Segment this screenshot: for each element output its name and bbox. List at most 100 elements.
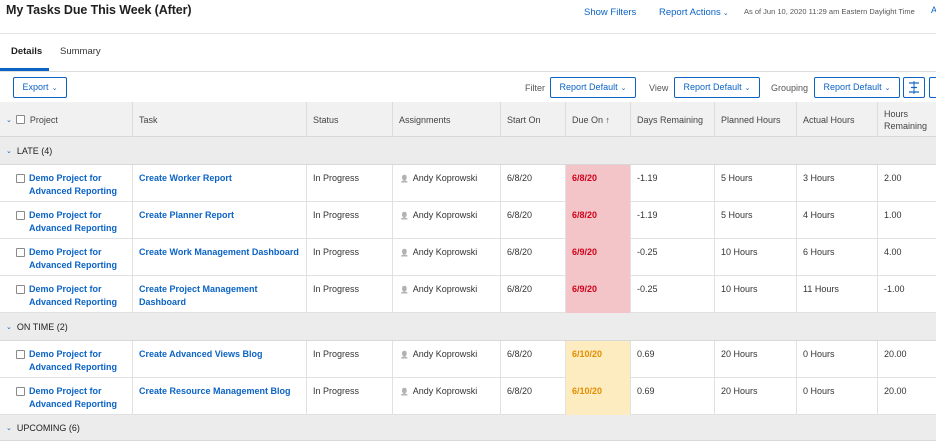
- table-row[interactable]: Demo Project for Advanced Reporting Create…: [0, 276, 936, 313]
- view-dropdown[interactable]: Report Default ⌄: [674, 77, 760, 98]
- corner-link[interactable]: A: [931, 5, 936, 15]
- planned-hours-cell: 10 Hours: [715, 276, 797, 313]
- row-checkbox[interactable]: [16, 174, 25, 183]
- start-date-cell: 6/8/20: [501, 165, 566, 202]
- project-cell: Demo Project for Advanced Reporting: [0, 378, 133, 415]
- column-settings-icon: [909, 81, 919, 94]
- status-cell: In Progress: [307, 378, 393, 415]
- table-row[interactable]: Demo Project for Advanced Reporting Create…: [0, 341, 936, 378]
- row-checkbox[interactable]: [16, 350, 25, 359]
- tab-details[interactable]: Details: [11, 46, 42, 57]
- table-row[interactable]: Demo Project for Advanced Reporting Create…: [0, 165, 936, 202]
- group-label: UPCOMING (6): [16, 422, 80, 433]
- project-link[interactable]: Demo Project for: [29, 386, 102, 396]
- assignee-name[interactable]: Andy Koprowski: [413, 349, 478, 359]
- start-date-cell: 6/8/20: [501, 341, 566, 378]
- actual-hours-cell: 0 Hours: [797, 378, 878, 415]
- column-label: Start On: [507, 114, 541, 125]
- chevron-down-icon[interactable]: ⌄: [6, 147, 12, 155]
- chevron-down-icon[interactable]: ⌄: [6, 424, 12, 432]
- assignment-cell: 👤 Andy Koprowski: [393, 276, 501, 313]
- export-button[interactable]: Export ⌄: [13, 77, 67, 98]
- row-checkbox[interactable]: [16, 285, 25, 294]
- project-link[interactable]: Demo Project for: [29, 210, 102, 220]
- chevron-down-icon[interactable]: ⌄: [6, 323, 12, 331]
- column-header-days-remaining[interactable]: Days Remaining: [631, 102, 715, 137]
- due-date-cell: 6/10/20: [566, 341, 631, 378]
- project-link-line-2[interactable]: Advanced Reporting: [29, 260, 117, 270]
- column-settings-button[interactable]: [903, 77, 925, 98]
- actual-hours-cell: 3 Hours: [797, 165, 878, 202]
- project-link-line-2[interactable]: Advanced Reporting: [29, 297, 117, 307]
- grouping-label: Grouping: [771, 83, 809, 93]
- column-header-hours-remaining[interactable]: Hours Remaining: [878, 102, 936, 137]
- report-toolbar: Export ⌄ Filter Report Default ⌄ View Repo…: [0, 72, 936, 104]
- as-of-timestamp: As of Jun 10, 2020 11:29 am Eastern Dayl…: [744, 7, 915, 16]
- row-checkbox[interactable]: [16, 211, 25, 220]
- column-label: Due On ↑: [572, 114, 611, 125]
- column-header-start-on[interactable]: Start On: [501, 102, 566, 137]
- due-date-cell: 6/8/20: [566, 165, 631, 202]
- report-tabs: Details Summary: [0, 34, 936, 72]
- column-header-project[interactable]: ⌄ Project: [0, 102, 133, 137]
- column-header-actual-hours[interactable]: Actual Hours: [797, 102, 878, 137]
- assignment-cell: 👤 Andy Koprowski: [393, 202, 501, 239]
- column-label: Assignments: [399, 114, 451, 125]
- task-link[interactable]: Create Advanced Views Blog: [133, 341, 307, 378]
- chevron-down-icon[interactable]: ⌄: [6, 116, 12, 124]
- task-link[interactable]: Create Worker Report: [133, 165, 307, 202]
- assignee-name[interactable]: Andy Koprowski: [413, 284, 478, 294]
- planned-hours-cell: 10 Hours: [715, 239, 797, 276]
- column-header-due-on[interactable]: Due On ↑: [566, 102, 631, 137]
- project-link[interactable]: Demo Project for: [29, 349, 102, 359]
- assignee-name[interactable]: Andy Koprowski: [413, 173, 478, 183]
- report-actions-menu[interactable]: Report Actions ⌄: [659, 7, 729, 18]
- person-icon: 👤: [400, 389, 409, 396]
- planned-hours-cell: 5 Hours: [715, 202, 797, 239]
- task-link[interactable]: Create Project Management Dashboard: [133, 276, 307, 313]
- task-link[interactable]: Create Planner Report: [133, 202, 307, 239]
- project-link-line-2[interactable]: Advanced Reporting: [29, 362, 117, 372]
- group-header[interactable]: ⌄ UPCOMING (6): [0, 415, 936, 441]
- project-link[interactable]: Demo Project for: [29, 284, 102, 294]
- filter-dropdown[interactable]: Report Default ⌄: [550, 77, 636, 98]
- tab-summary[interactable]: Summary: [60, 46, 101, 57]
- row-checkbox[interactable]: [16, 248, 25, 257]
- assignee-name[interactable]: Andy Koprowski: [413, 210, 478, 220]
- project-cell: Demo Project for Advanced Reporting: [0, 202, 133, 239]
- column-header-planned-hours[interactable]: Planned Hours: [715, 102, 797, 137]
- column-header-task[interactable]: Task: [133, 102, 307, 137]
- project-cell: Demo Project for Advanced Reporting: [0, 239, 133, 276]
- column-header-status[interactable]: Status: [307, 102, 393, 137]
- task-link[interactable]: Create Resource Management Blog: [133, 378, 307, 415]
- row-checkbox[interactable]: [16, 387, 25, 396]
- grouping-dropdown[interactable]: Report Default ⌄: [814, 77, 900, 98]
- due-date-cell: 6/10/20: [566, 378, 631, 415]
- project-link[interactable]: Demo Project for: [29, 173, 102, 183]
- task-link[interactable]: Create Work Management Dashboard: [133, 239, 307, 276]
- project-link-line-2[interactable]: Advanced Reporting: [29, 399, 117, 409]
- table-row[interactable]: Demo Project for Advanced Reporting Create…: [0, 239, 936, 276]
- table-row[interactable]: Demo Project for Advanced Reporting Create…: [0, 378, 936, 415]
- project-link-line-2[interactable]: Advanced Reporting: [29, 186, 117, 196]
- hours-remaining-line-1: Hours: [884, 109, 909, 119]
- project-link-line-2[interactable]: Advanced Reporting: [29, 223, 117, 233]
- filter-label: Filter: [525, 83, 545, 93]
- days-remaining-cell: 0.69: [631, 378, 715, 415]
- report-actions-label: Report Actions: [659, 7, 721, 18]
- show-filters-link[interactable]: Show Filters: [584, 7, 636, 18]
- column-header-assignments[interactable]: Assignments: [393, 102, 501, 137]
- select-all-checkbox[interactable]: [15, 115, 25, 124]
- chevron-down-icon: ⌄: [722, 10, 729, 17]
- assignee-name[interactable]: Andy Koprowski: [413, 247, 478, 257]
- project-cell: Demo Project for Advanced Reporting: [0, 341, 133, 378]
- more-options-button[interactable]: [929, 77, 936, 98]
- group-header[interactable]: ⌄ ON TIME (2): [0, 313, 936, 341]
- hours-remaining-cell: 20.00: [884, 349, 907, 359]
- group-header[interactable]: ⌄ LATE (4): [0, 137, 936, 165]
- assignee-name[interactable]: Andy Koprowski: [413, 386, 478, 396]
- start-date-cell: 6/8/20: [501, 239, 566, 276]
- active-tab-indicator: [0, 68, 49, 71]
- table-row[interactable]: Demo Project for Advanced Reporting Create…: [0, 202, 936, 239]
- project-link[interactable]: Demo Project for: [29, 247, 102, 257]
